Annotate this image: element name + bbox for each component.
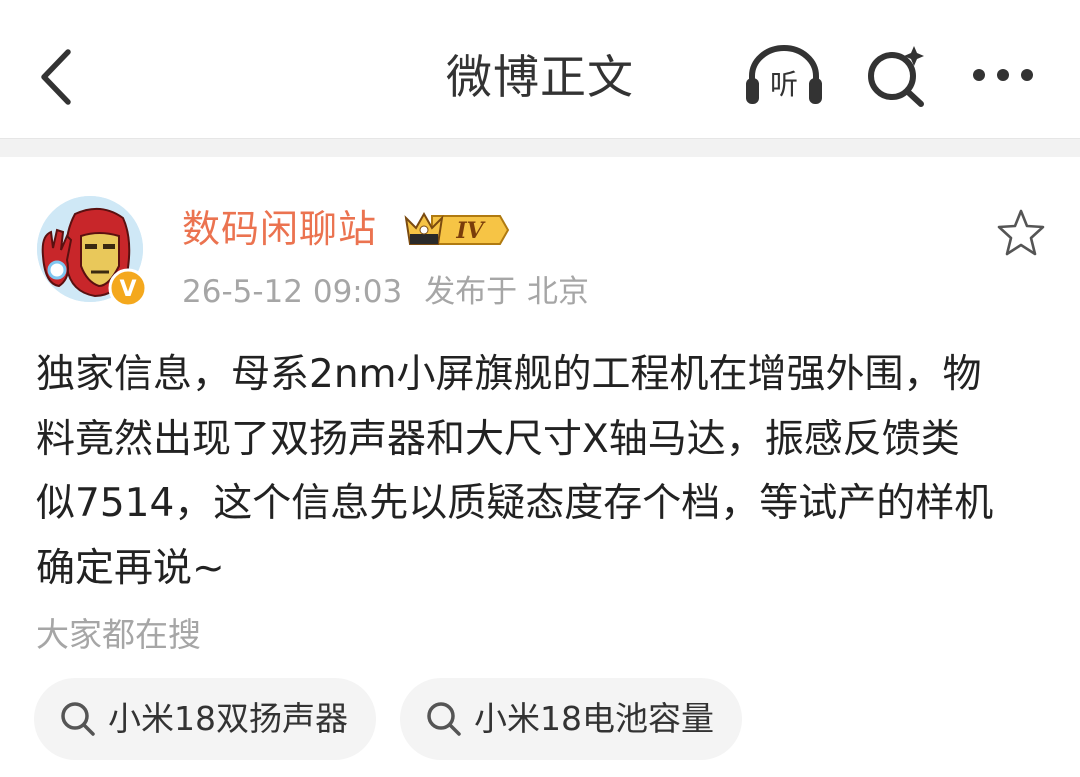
hot-search-chip[interactable]: 小米18电池容量: [400, 678, 742, 760]
more-dots-icon[interactable]: [970, 60, 1036, 90]
hot-search-chip[interactable]: 小米18双扬声器: [34, 678, 376, 760]
hot-search-chips: 小米18双扬声器 小米18电池容量: [34, 678, 742, 760]
level-crown-badge[interactable]: IV: [402, 208, 510, 252]
post-timestamp: 26-5-12 09:03: [182, 274, 403, 310]
level-badge-text: IV: [455, 218, 485, 244]
hot-search-chip-label: 小米18电池容量: [474, 699, 714, 738]
verified-mark: V: [119, 277, 136, 302]
search-icon: [427, 702, 461, 736]
post-line: 独家信息，母系2nm小屏旗舰的工程机在增强外围，物: [36, 352, 982, 397]
listen-button[interactable]: 听: [744, 44, 824, 106]
post-meta: 26-5-12 09:03 发布于 北京: [182, 270, 589, 314]
post-line: 料竟然出现了双扬声器和大尺寸X轴马达，振感反馈类: [36, 416, 960, 462]
hot-search-header: 大家都在搜: [36, 615, 201, 654]
star-outline-icon[interactable]: [996, 208, 1046, 258]
hot-search-chip-label: 小米18双扬声器: [108, 699, 348, 738]
search-icon: [61, 702, 95, 736]
post-location: 发布于 北京: [424, 274, 590, 310]
section-divider: [0, 138, 1080, 157]
headphones-icon: 听: [746, 45, 822, 104]
verified-badge-icon: V: [108, 268, 148, 308]
author-name[interactable]: 数码闲聊站: [182, 202, 377, 256]
top-nav-bar: 微博正文 听: [0, 0, 1080, 138]
search-icon[interactable]: [864, 44, 928, 108]
post-line: 确定再说~: [36, 545, 225, 591]
post-line: 似7514，这个信息先以质疑态度存个档，等试产的样机: [36, 481, 994, 526]
post-content: 独家信息，母系2nm小屏旗舰的工程机在增强外围，物 料竟然出现了双扬声器和大尺寸…: [36, 343, 1050, 601]
listen-label: 听: [770, 68, 798, 101]
